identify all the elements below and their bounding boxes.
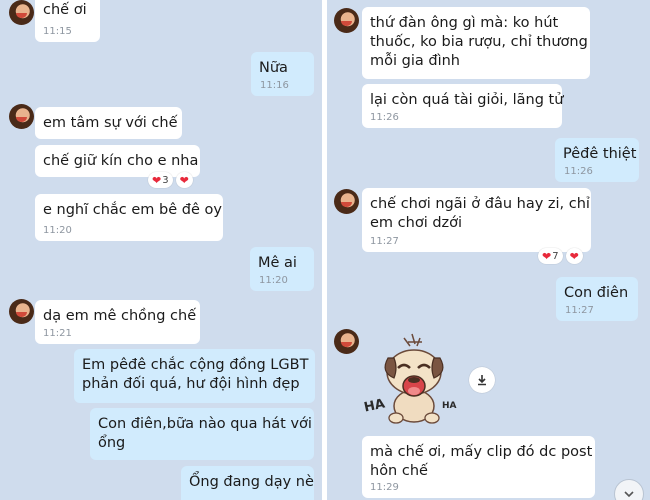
chat-panel-left[interactable]: chế ơi 11:15 Nữa 11:16 em tâm sự với chế… [0,0,322,500]
message-text-line: hôn chế [370,463,428,479]
message-text: chế giữ kín cho e nha [43,153,199,169]
message-text-line: em chơi dzới [370,215,463,231]
message-reactions[interactable]: ❤ 7 ❤ [538,248,583,264]
message-time: 11:20 [259,275,288,286]
avatar[interactable] [334,189,359,214]
message-text-line: ổng [98,435,126,451]
message-text: Mê ai [258,255,297,271]
message-bubble[interactable]: Em pêđê chắc cộng đồng LGBT phản đối quá… [74,349,315,403]
message-text: lại còn quá tài giỏi, lãng tử [370,92,564,108]
scroll-to-bottom-button[interactable] [614,479,644,500]
reaction-count-badge[interactable]: ❤ 3 [148,172,173,188]
message-bubble[interactable]: Nữa 11:16 [251,52,314,96]
chat-panel-right[interactable]: thứ đàn ông gì mà: ko hút thuốc, ko bia … [327,0,650,500]
message-bubble[interactable]: Pêđê thiệt 11:26 [555,138,639,182]
message-time: 11:16 [260,80,289,91]
message-time: 11:26 [564,166,593,177]
download-icon [478,375,486,386]
message-time: 11:29 [370,482,399,493]
message-text: e nghĩ chắc em bê đê oy [43,202,222,218]
message-bubble[interactable]: Con điên,bữa nào qua hát với ổng [90,408,314,460]
message-text: Pêđê thiệt [563,146,637,162]
add-reaction-button[interactable]: ❤ [175,172,193,188]
message-bubble[interactable]: Con điên 11:27 [556,277,638,321]
heart-icon: ❤ [152,173,162,187]
message-text: Ổng đang dạy nè [189,474,314,490]
sticker-dog[interactable]: HA HA [362,328,462,428]
dog-sticker-image: HA HA [363,333,457,424]
message-text-line: Em pêđê chắc cộng đồng LGBT [82,357,309,373]
avatar[interactable] [334,329,359,354]
avatar[interactable] [9,299,34,324]
reaction-count-badge[interactable]: ❤ 7 [538,248,563,264]
message-bubble[interactable]: lại còn quá tài giỏi, lãng tử 11:26 [362,84,564,128]
message-text-line: phản đối quá, hư đội hình đẹp [82,376,300,392]
message-text-line: chế chơi ngãi ở đâu hay zi, chỉ [370,196,590,212]
message-bubble[interactable]: chế chơi ngãi ở đâu hay zi, chỉ em chơi … [362,188,591,252]
message-bubble[interactable]: mà chế ơi, mấy clip đó dc post hôn chế 1… [362,436,595,498]
message-text-line: thứ đàn ông gì mà: ko hút [370,15,559,31]
message-text-line: mà chế ơi, mấy clip đó dc post [370,444,593,460]
sticker-text-ha-right: HA [442,401,457,411]
message-text: Nữa [259,60,288,76]
heart-icon: ❤ [179,173,189,187]
reaction-count: 3 [162,174,169,186]
message-text: chế ơi [43,2,87,18]
download-sticker-button[interactable] [469,367,495,393]
message-text: Con điên [564,285,629,301]
sticker-text-ha-left: HA [363,396,387,415]
avatar[interactable] [9,0,34,25]
reaction-count: 7 [552,250,559,262]
message-bubble[interactable]: chế ơi 11:15 [35,0,100,42]
message-time: 11:27 [370,236,399,247]
message-time: 11:21 [43,328,72,339]
avatar[interactable] [334,8,359,33]
add-reaction-button[interactable]: ❤ [565,248,583,264]
message-text-line: Con điên,bữa nào qua hát với [98,416,312,432]
message-bubble[interactable]: Ổng đang dạy nè [181,466,314,500]
message-time: 11:15 [43,26,72,37]
message-bubble[interactable]: e nghĩ chắc em bê đê oy 11:20 [35,194,223,241]
message-text-line: thuốc, ko bia rượu, chỉ thương [370,34,588,50]
avatar[interactable] [9,104,34,129]
message-text-line: mỗi gia đình [370,53,460,69]
message-text: dạ em mê chồng chế [43,308,197,324]
message-time: 11:26 [370,112,399,123]
message-text: em tâm sự với chế [43,115,178,131]
message-time: 11:20 [43,225,72,236]
heart-icon: ❤ [569,249,579,263]
message-bubble[interactable]: thứ đàn ông gì mà: ko hút thuốc, ko bia … [362,7,590,79]
chevron-down-icon [624,491,634,498]
message-bubble[interactable]: Mê ai 11:20 [250,247,314,291]
message-bubble[interactable]: em tâm sự với chế [35,107,182,139]
message-time: 11:27 [565,305,594,316]
message-reactions[interactable]: ❤ 3 ❤ [148,172,193,188]
message-bubble[interactable]: dạ em mê chồng chế 11:21 [35,300,200,344]
heart-icon: ❤ [542,249,552,263]
